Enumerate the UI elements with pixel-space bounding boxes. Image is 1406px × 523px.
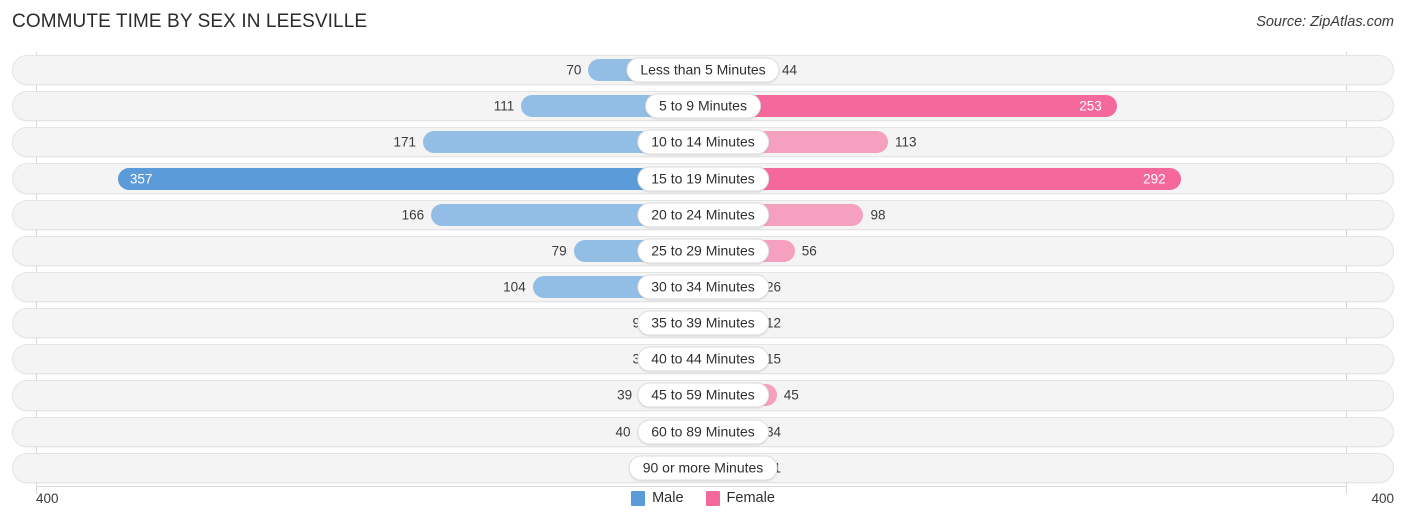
category-label: 15 to 19 Minutes <box>637 166 769 192</box>
legend-swatch-female-icon <box>705 490 720 506</box>
chart-row[interactable]: 9 12 35 to 39 Minutes <box>12 305 1394 341</box>
category-label: 20 to 24 Minutes <box>637 202 769 228</box>
category-label: 90 or more Minutes <box>628 455 778 481</box>
bar-value-female: 45 <box>783 387 799 403</box>
chart-rows: 70 44 Less than 5 Minutes 111 253 5 to 9 Minu… <box>12 52 1394 486</box>
bar-value-male: 40 <box>615 424 631 440</box>
bar-female[interactable] <box>703 167 1182 190</box>
bar-value-female: 44 <box>782 62 798 78</box>
category-label: 60 to 89 Minutes <box>637 419 769 445</box>
row-bars: 79 56 25 to 29 Minutes <box>12 233 1394 269</box>
category-label: 30 to 34 Minutes <box>637 274 769 300</box>
bar-value-female: 56 <box>801 243 817 259</box>
row-bars: 40 34 60 to 89 Minutes <box>12 414 1394 450</box>
row-bars: 9 12 35 to 39 Minutes <box>12 305 1394 341</box>
chart-row[interactable]: 104 26 30 to 34 Minutes <box>12 269 1394 305</box>
chart-row[interactable]: 111 253 5 to 9 Minutes <box>12 88 1394 124</box>
bar-value-male: 79 <box>551 243 567 259</box>
axis-baseline <box>36 486 1346 487</box>
chart-row[interactable]: 39 45 45 to 59 Minutes <box>12 377 1394 413</box>
bar-value-male: 171 <box>393 134 416 150</box>
category-label: 25 to 29 Minutes <box>637 238 769 264</box>
chart-row[interactable]: 3 15 40 to 44 Minutes <box>12 341 1394 377</box>
row-bars: 3 15 40 to 44 Minutes <box>12 341 1394 377</box>
category-label: 45 to 59 Minutes <box>637 382 769 408</box>
chart-row[interactable]: 166 98 20 to 24 Minutes <box>12 197 1394 233</box>
chart-plot-area: 70 44 Less than 5 Minutes 111 253 5 to 9 Minu… <box>12 52 1394 494</box>
legend-item-female[interactable]: Female <box>705 490 775 506</box>
row-bars: 70 44 Less than 5 Minutes <box>12 52 1394 88</box>
row-bars: 111 253 5 to 9 Minutes <box>12 88 1394 124</box>
bar-value-male: 166 <box>401 207 425 223</box>
category-label: 40 to 44 Minutes <box>637 346 769 372</box>
row-bars: 357 292 15 to 19 Minutes <box>12 160 1394 196</box>
row-bars: 166 98 20 to 24 Minutes <box>12 197 1394 233</box>
category-label: Less than 5 Minutes <box>626 57 780 83</box>
row-bars: 104 26 30 to 34 Minutes <box>12 269 1394 305</box>
bar-value-male: 104 <box>503 279 526 295</box>
row-bars: 39 45 45 to 59 Minutes <box>12 377 1394 413</box>
bar-value-female: 98 <box>870 207 886 223</box>
bar-value-male-inside: 357 <box>129 171 153 187</box>
chart-footer: 400 400 Male Female <box>12 486 1394 516</box>
row-bars: 171 113 10 to 14 Minutes <box>12 124 1394 160</box>
legend-label-male: Male <box>652 490 684 506</box>
bar-value-male: 70 <box>566 62 582 78</box>
category-label: 10 to 14 Minutes <box>637 129 769 155</box>
chart-source-attribution: Source: ZipAtlas.com <box>1256 14 1394 30</box>
bar-value-female-inside: 253 <box>1079 98 1102 114</box>
chart-legend: Male Female <box>12 490 1394 506</box>
legend-item-male[interactable]: Male <box>631 490 684 506</box>
chart-row[interactable]: 70 44 Less than 5 Minutes <box>12 52 1394 88</box>
bar-female[interactable] <box>703 95 1118 118</box>
category-label: 5 to 9 Minutes <box>645 93 761 119</box>
commute-time-chart: COMMUTE TIME BY SEX IN LEESVILLE Source:… <box>0 0 1406 523</box>
legend-label-female: Female <box>726 490 775 506</box>
category-label: 35 to 39 Minutes <box>637 310 769 336</box>
bar-male[interactable] <box>118 167 703 190</box>
chart-row[interactable]: 171 113 10 to 14 Minutes <box>12 124 1394 160</box>
chart-row[interactable]: 79 56 25 to 29 Minutes <box>12 233 1394 269</box>
bar-value-female: 113 <box>895 134 917 150</box>
chart-row[interactable]: 357 292 15 to 19 Minutes <box>12 160 1394 196</box>
bar-value-female-inside: 292 <box>1143 171 1166 187</box>
chart-row[interactable]: 40 34 60 to 89 Minutes <box>12 414 1394 450</box>
chart-title: COMMUTE TIME BY SEX IN LEESVILLE <box>12 11 368 32</box>
legend-swatch-male-icon <box>631 490 646 506</box>
chart-row[interactable]: 83190 or more Minutes <box>12 450 1394 486</box>
bar-value-male: 111 <box>493 98 515 114</box>
bar-value-male: 39 <box>617 387 633 403</box>
row-bars: 83190 or more Minutes <box>12 450 1394 486</box>
